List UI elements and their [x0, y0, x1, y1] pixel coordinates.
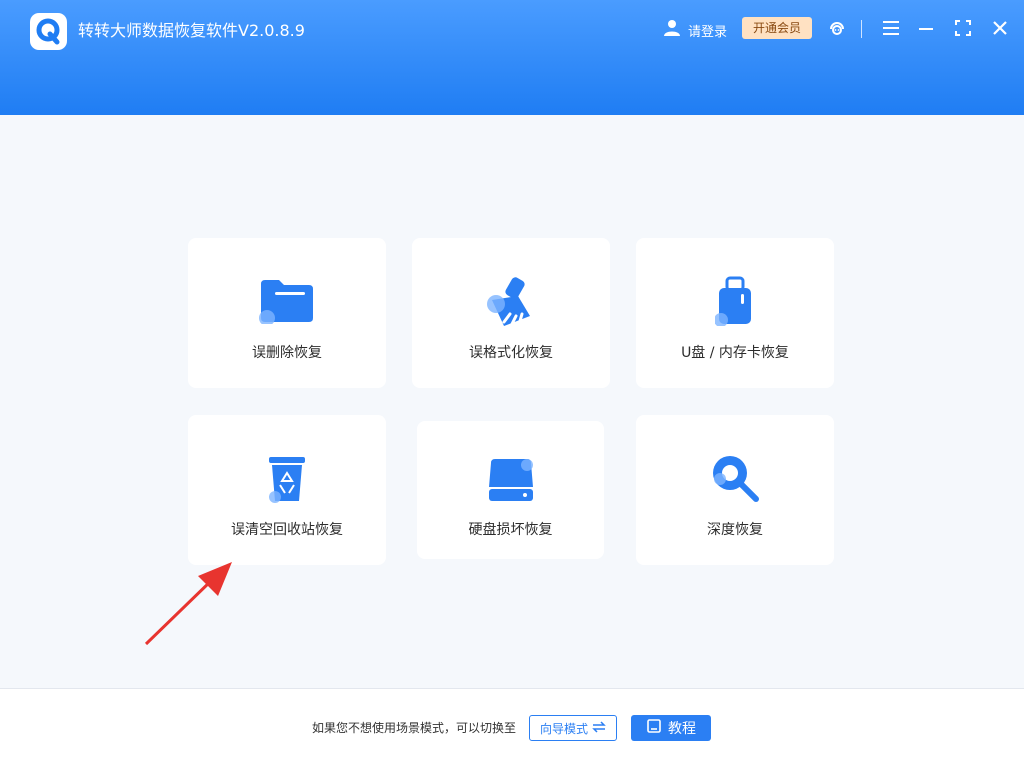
app-title: 转转大师数据恢复软件V2.0.8.9	[78, 21, 305, 40]
card-format-recovery[interactable]: 误格式化恢复	[412, 238, 610, 388]
tutorial-button[interactable]: 教程	[631, 715, 711, 741]
user-icon	[662, 18, 682, 42]
guide-mode-button[interactable]: 向导模式	[529, 715, 617, 741]
card-disk-recovery[interactable]: 硬盘损坏恢复	[417, 421, 604, 559]
card-label: 误删除恢复	[252, 345, 322, 361]
book-icon	[646, 718, 662, 738]
minimize-icon[interactable]	[916, 18, 936, 38]
folder-icon	[259, 278, 315, 328]
card-recycle-bin-recovery[interactable]: 误清空回收站恢复	[188, 415, 386, 565]
broom-icon	[482, 276, 540, 334]
footer-hint: 如果您不想使用场景模式，可以切换至	[312, 721, 517, 735]
app-logo	[30, 13, 67, 50]
annotation-arrow-icon	[140, 556, 240, 654]
header-divider	[861, 20, 862, 38]
login-label: 请登录	[688, 24, 728, 40]
card-label: U盘 / 内存卡恢复	[681, 345, 789, 361]
guide-mode-label: 向导模式	[539, 721, 588, 736]
tutorial-label: 教程	[668, 721, 696, 737]
deep-scan-icon	[710, 453, 760, 507]
title-bar: 转转大师数据恢复软件V2.0.8.9 请登录 开通会员	[0, 0, 1024, 115]
recycle-bin-icon	[265, 455, 309, 507]
fullscreen-icon[interactable]	[953, 18, 973, 38]
hard-drive-icon	[487, 457, 535, 507]
card-label: 硬盘损坏恢复	[468, 522, 553, 538]
card-deep-recovery[interactable]: 深度恢复	[636, 415, 834, 565]
login-button[interactable]: 请登录	[662, 18, 727, 42]
close-icon[interactable]	[990, 18, 1010, 38]
usb-drive-icon	[714, 276, 755, 330]
card-label: 深度恢复	[707, 522, 763, 538]
card-usb-recovery[interactable]: U盘 / 内存卡恢复	[636, 238, 834, 388]
card-deleted-recovery[interactable]: 误删除恢复	[188, 238, 386, 388]
service-icon[interactable]	[827, 18, 847, 38]
card-label: 误清空回收站恢复	[231, 522, 343, 538]
menu-icon[interactable]	[881, 18, 901, 38]
card-label: 误格式化恢复	[469, 345, 553, 361]
vip-button[interactable]: 开通会员	[742, 17, 812, 39]
swap-icon	[592, 720, 606, 736]
